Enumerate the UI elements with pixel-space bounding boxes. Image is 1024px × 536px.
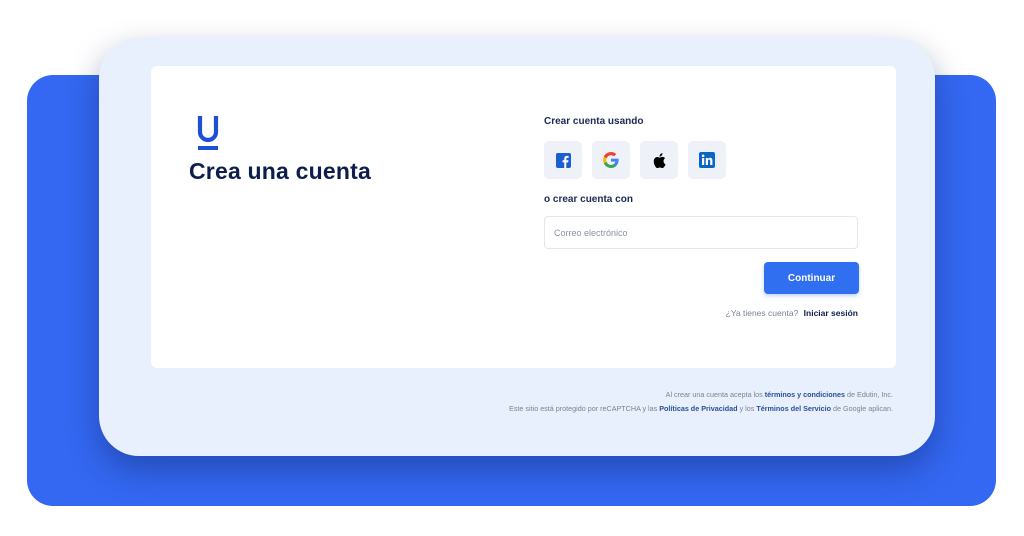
- recaptcha-mid: y los: [739, 404, 755, 413]
- google-icon: [603, 152, 619, 168]
- apple-button[interactable]: [640, 141, 678, 179]
- terms-suffix: de Edutin, Inc.: [847, 390, 893, 399]
- facebook-button[interactable]: [544, 141, 582, 179]
- login-link[interactable]: Iniciar sesión: [804, 308, 858, 318]
- page-title: Crea una cuenta: [189, 158, 371, 184]
- google-button[interactable]: [592, 141, 630, 179]
- continue-button[interactable]: Continuar: [764, 262, 859, 294]
- recaptcha-prefix: Este sitio está protegido por reCAPTCHA …: [509, 404, 658, 413]
- facebook-icon: [555, 152, 571, 168]
- social-buttons: [544, 141, 726, 179]
- edutin-logo-icon: [197, 116, 219, 150]
- linkedin-button[interactable]: [688, 141, 726, 179]
- service-terms-link[interactable]: Términos del Servicio: [756, 404, 831, 413]
- privacy-link[interactable]: Políticas de Privacidad: [659, 404, 737, 413]
- social-signup-label: Crear cuenta usando: [544, 116, 644, 127]
- terms-prefix: Al crear una cuenta acepta los: [665, 390, 763, 399]
- apple-icon: [653, 152, 665, 168]
- linkedin-icon: [699, 152, 715, 168]
- has-account-text: ¿Ya tienes cuenta?: [725, 308, 799, 318]
- legal-notice: Al crear una cuenta acepta los términos …: [509, 388, 893, 416]
- recaptcha-line: Este sitio está protegido por reCAPTCHA …: [509, 402, 893, 416]
- email-input[interactable]: [544, 216, 858, 249]
- device-frame: Crea una cuenta Crear cuenta usando o cr…: [99, 38, 935, 456]
- email-signup-label: o crear cuenta con: [544, 194, 633, 205]
- terms-link[interactable]: términos y condiciones: [765, 390, 845, 399]
- signup-card: Crea una cuenta Crear cuenta usando o cr…: [151, 66, 896, 368]
- terms-line: Al crear una cuenta acepta los términos …: [509, 388, 893, 402]
- login-prompt: ¿Ya tienes cuenta? Iniciar sesión: [726, 308, 858, 318]
- recaptcha-suffix: de Google aplican.: [833, 404, 893, 413]
